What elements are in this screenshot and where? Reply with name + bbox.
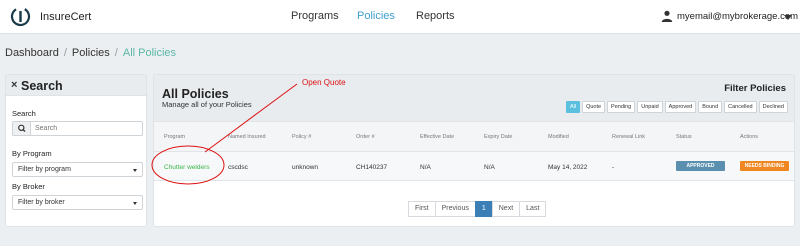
page-next-button[interactable]: Next <box>491 201 521 217</box>
close-icon[interactable]: × <box>11 79 17 91</box>
policy-no-cell: unknown <box>292 164 319 171</box>
table-row: Chutter welders cscdsc unknown CH140237 … <box>154 151 794 181</box>
table-header: Program Named Insured Policy # Order # E… <box>154 121 794 151</box>
column-named-insured[interactable]: Named Insured <box>228 134 266 140</box>
insurecert-logo-icon[interactable] <box>10 6 31 27</box>
search-input-group <box>12 121 143 136</box>
program-filter-value: Filter by program <box>18 166 71 173</box>
effective-date-cell: N/A <box>420 164 431 171</box>
breadcrumb-all-policies: All Policies <box>122 47 177 59</box>
named-insured-cell: cscdsc <box>228 164 248 171</box>
breadcrumb: Dashboard / Policies / All Policies <box>5 47 176 59</box>
column-effective-date[interactable]: Effective Date <box>420 134 454 140</box>
chevron-down-icon[interactable] <box>784 15 792 20</box>
breadcrumb-policies[interactable]: Policies <box>72 47 110 59</box>
user-email[interactable]: myemail@mybrokerage.com <box>677 11 798 22</box>
broker-filter-value: Filter by broker <box>18 199 65 206</box>
program-filter-select[interactable]: Filter by program <box>12 162 143 177</box>
breadcrumb-separator: / <box>63 47 67 59</box>
filter-pending-button[interactable]: Pending <box>607 101 636 113</box>
broker-filter-label: By Broker <box>12 182 45 191</box>
policies-panel: All Policies Manage all of your Policies… <box>153 74 795 227</box>
chevron-down-icon <box>133 169 137 172</box>
renewal-link-cell: - <box>612 164 615 171</box>
column-status[interactable]: Status <box>676 134 692 140</box>
page-last-button[interactable]: Last <box>519 201 547 217</box>
annotation-label: Open Quote <box>302 78 346 87</box>
search-icon <box>18 124 26 132</box>
search-panel: × Search Search By Program Filter by pro… <box>5 74 147 227</box>
page-subtitle: Manage all of your Policies <box>162 100 252 109</box>
status-badge: APPROVED <box>676 161 725 171</box>
order-no-cell: CH140237 <box>356 164 388 171</box>
filter-declined-button[interactable]: Declined <box>758 101 788 113</box>
top-navbar: InsureCert Programs Policies Reports mye… <box>0 0 800 34</box>
column-order-no[interactable]: Order # <box>356 134 375 140</box>
needs-binding-button[interactable]: NEEDS BINDING <box>740 161 789 171</box>
search-input[interactable] <box>35 123 139 134</box>
expiry-date-cell: N/A <box>484 164 495 171</box>
brand-name[interactable]: InsureCert <box>40 11 91 23</box>
user-icon[interactable] <box>661 10 673 22</box>
filter-all-button[interactable]: All <box>565 101 581 113</box>
column-expiry-date[interactable]: Expiry Date <box>484 134 512 140</box>
nav-reports[interactable]: Reports <box>416 10 455 22</box>
modified-cell: May 14, 2022 <box>548 164 588 171</box>
column-actions[interactable]: Actions <box>740 134 758 140</box>
search-panel-header: × Search <box>6 75 146 96</box>
page-title: All Policies <box>162 87 229 101</box>
filter-cancelled-button[interactable]: Cancelled <box>724 101 757 113</box>
filter-button-group: All Quote Pending Unpaid Approved Bound … <box>565 101 788 113</box>
page-previous-button[interactable]: Previous <box>434 201 476 217</box>
filter-unpaid-button[interactable]: Unpaid <box>637 101 663 113</box>
broker-filter-select[interactable]: Filter by broker <box>12 195 143 210</box>
search-icon-box <box>13 122 31 135</box>
nav-programs[interactable]: Programs <box>291 10 339 22</box>
chevron-down-icon <box>133 202 137 205</box>
search-panel-title: Search <box>21 79 63 93</box>
policies-header: All Policies Manage all of your Policies… <box>154 75 794 121</box>
search-label: Search <box>12 109 36 118</box>
filter-bound-button[interactable]: Bound <box>698 101 723 113</box>
column-program[interactable]: Program <box>164 134 185 140</box>
program-filter-label: By Program <box>12 149 52 158</box>
filter-quote-button[interactable]: Quote <box>582 101 606 113</box>
filter-approved-button[interactable]: Approved <box>664 101 697 113</box>
column-renewal-link[interactable]: Renewal Link <box>612 134 645 140</box>
pagination: First Previous 1 Next Last <box>408 201 547 217</box>
page-1-button[interactable]: 1 <box>474 201 493 217</box>
program-link[interactable]: Chutter welders <box>164 164 210 171</box>
column-modified[interactable]: Modified <box>548 134 569 140</box>
column-policy-no[interactable]: Policy # <box>292 134 311 140</box>
page-first-button[interactable]: First <box>408 201 436 217</box>
breadcrumb-dashboard[interactable]: Dashboard <box>5 47 59 59</box>
breadcrumb-separator: / <box>114 47 118 59</box>
nav-policies[interactable]: Policies <box>357 10 395 22</box>
filter-policies-title: Filter Policies <box>724 83 786 94</box>
